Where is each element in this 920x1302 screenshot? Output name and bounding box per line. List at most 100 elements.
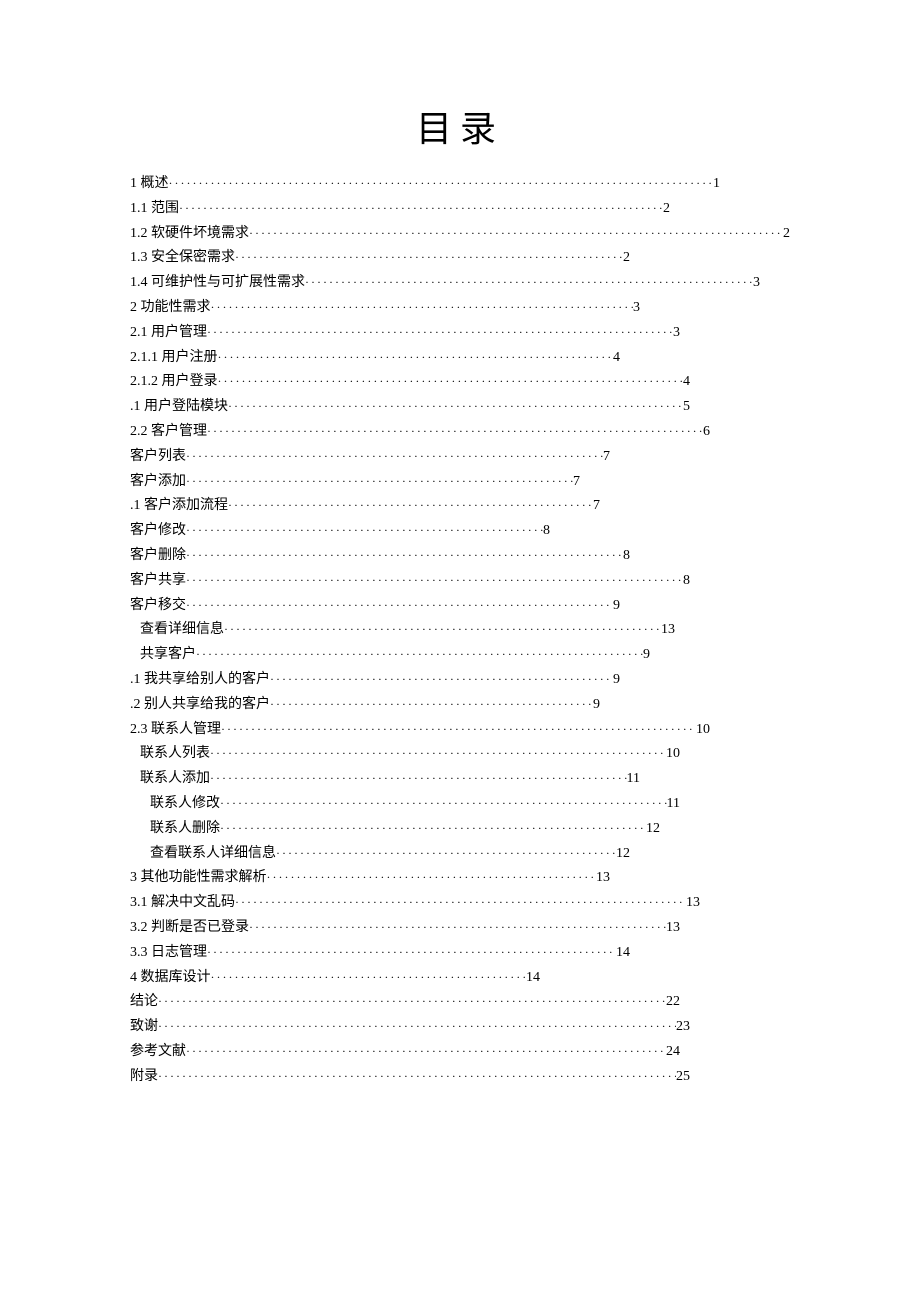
toc-leader-dots: ········································… <box>228 495 593 515</box>
toc-entry-page: 23 <box>676 1015 690 1039</box>
toc-entry: 1.4 可维护性与可扩展性需求·························… <box>130 271 760 295</box>
toc-entry-page: 9 <box>593 693 600 717</box>
toc-entry: .1 客户添加流程·······························… <box>130 494 600 518</box>
toc-entry-page: 4 <box>613 346 620 370</box>
toc-entry: 1.1 范围··································… <box>130 197 670 221</box>
toc-leader-dots: ········································… <box>270 694 593 714</box>
toc-entry: 2.2 客户管理································… <box>130 420 710 444</box>
toc-entry-label: .2 别人共享给我的客户 <box>130 693 270 717</box>
toc-leader-dots: ········································… <box>186 1041 666 1061</box>
toc-leader-dots: ········································… <box>270 669 613 689</box>
toc-entry: 1.2 软硬件坏境需求·····························… <box>130 222 790 246</box>
toc-leader-dots: ········································… <box>158 1066 676 1086</box>
toc-entry-page: 2 <box>623 246 630 270</box>
toc-entry-page: 24 <box>666 1040 680 1064</box>
toc-entry-page: 3 <box>633 296 640 320</box>
toc-entry-page: 10 <box>696 718 710 742</box>
toc-entry: 参考文献 ···································… <box>130 1040 680 1064</box>
toc-leader-dots: ········································… <box>276 843 616 863</box>
toc-entry-label: 1.3 安全保密需求 <box>130 246 235 270</box>
toc-leader-dots: ········································… <box>249 917 666 937</box>
toc-entry: 共享客户····································… <box>130 643 650 667</box>
toc-entry-label: 3.2 判断是否已登录 <box>130 916 249 940</box>
toc-entry-label: 2.1 用户管理 <box>130 321 207 345</box>
toc-entry: 联系人删除···································… <box>130 817 660 841</box>
toc-entry: 客户添加····································… <box>130 470 580 494</box>
toc-entry-page: 7 <box>603 445 610 469</box>
toc-leader-dots: ········································… <box>211 297 634 317</box>
toc-leader-dots: ········································… <box>210 768 627 788</box>
toc-entry-page: 9 <box>613 594 620 618</box>
toc-entry-page: 8 <box>543 519 550 543</box>
toc-entry: 1.3 安全保密需求 ·····························… <box>130 246 630 270</box>
toc-entry-label: .1 我共享给别人的客户 <box>130 668 270 692</box>
toc-entry: .1 我共享给别人的客户····························… <box>130 668 620 692</box>
toc-entry: .2 别人共享给我的客户····························… <box>130 693 600 717</box>
toc-entry-label: 2.1.1 用户注册 <box>130 346 218 370</box>
toc-entry-label: 1.1 范围 <box>130 197 179 221</box>
toc-entry-label: 联系人添加 <box>140 767 210 791</box>
toc-entry-label: 结论 <box>130 990 158 1014</box>
toc-leader-dots: ········································… <box>169 173 714 193</box>
toc-entry-page: 25 <box>676 1065 690 1089</box>
toc-entry: 1 概述····································… <box>130 172 720 196</box>
toc-entry-label: .1 用户登陆模块 <box>130 395 228 419</box>
toc-leader-dots: ········································… <box>267 867 597 887</box>
toc-entry-page: 10 <box>666 742 680 766</box>
toc-entry: 查看联系人详细信息·······························… <box>130 842 630 866</box>
toc-entry-page: 8 <box>623 544 630 568</box>
toc-entry: 联系人列表···································… <box>130 742 680 766</box>
toc-entry-label: 附录 <box>130 1065 158 1089</box>
toc-entry: 4 数据库设计·································… <box>130 966 540 990</box>
toc-leader-dots: ········································… <box>207 942 616 962</box>
toc-entry-label: 3.3 日志管理 <box>130 941 207 965</box>
toc-entry-page: 8 <box>683 569 690 593</box>
toc-entry-page: 3 <box>673 321 680 345</box>
toc-entry-page: 14 <box>526 966 540 990</box>
toc-entry-page: 9 <box>613 668 620 692</box>
toc-entry-label: 查看详细信息 <box>140 618 224 642</box>
toc-entry: 查看详细信息··································… <box>130 618 675 642</box>
toc-entry-label: 2.2 客户管理 <box>130 420 207 444</box>
toc-entry: 致谢 ·····································… <box>130 1015 690 1039</box>
toc-entry-label: 3.1 解决中文乱码 <box>130 891 235 915</box>
toc-entry-page: 3 <box>753 271 760 295</box>
toc-leader-dots: ········································… <box>179 198 663 218</box>
toc-entry: 客户修改····································… <box>130 519 550 543</box>
toc-entry: 3.2 判断是否已登录·····························… <box>130 916 680 940</box>
toc-entry-label: 1 概述 <box>130 172 169 196</box>
toc-leader-dots: ········································… <box>218 371 684 391</box>
toc-entry-label: .1 客户添加流程 <box>130 494 228 518</box>
toc-entry: 2.1.1 用户注册······························… <box>130 346 620 370</box>
toc-entry-page: 11 <box>627 767 640 791</box>
toc-leader-dots: ········································… <box>228 396 683 416</box>
toc-entry-page: 1 <box>713 172 720 196</box>
toc-entry: 3.1 解决中文乱码······························… <box>130 891 700 915</box>
toc-entry: 3.3 日志管理································… <box>130 941 630 965</box>
toc-leader-dots: ········································… <box>220 818 646 838</box>
toc-entry: 2.3 联系人管理·······························… <box>130 718 710 742</box>
toc-entry-page: 4 <box>683 370 690 394</box>
toc-entry-label: 客户删除 <box>130 544 186 568</box>
toc-entry: 客户移交····································… <box>130 594 620 618</box>
toc-entry-label: 4 数据库设计 <box>130 966 211 990</box>
toc-leader-dots: ········································… <box>158 991 666 1011</box>
toc-entry: 客户共享····································… <box>130 569 690 593</box>
toc-entry-page: 13 <box>666 916 680 940</box>
toc-entry: 客户列表····································… <box>130 445 610 469</box>
toc-entry-page: 6 <box>703 420 710 444</box>
toc-entry-page: 12 <box>646 817 660 841</box>
toc-leader-dots: ········································… <box>186 595 613 615</box>
toc-leader-dots: ········································… <box>249 223 783 243</box>
toc-leader-dots: ········································… <box>210 743 666 763</box>
toc-entry: 2 功能性需求·································… <box>130 296 640 320</box>
toc-entry-page: 7 <box>593 494 600 518</box>
toc-entry-label: 客户添加 <box>130 470 186 494</box>
toc-leader-dots: ········································… <box>207 421 703 441</box>
toc-entry: 客户删除····································… <box>130 544 630 568</box>
toc-leader-dots: ········································… <box>235 247 623 267</box>
toc-entry-page: 5 <box>683 395 690 419</box>
toc-leader-dots: ········································… <box>186 570 683 590</box>
toc-entry-label: 共享客户 <box>140 643 196 667</box>
toc-entry-label: 3 其他功能性需求解析 <box>130 866 267 890</box>
